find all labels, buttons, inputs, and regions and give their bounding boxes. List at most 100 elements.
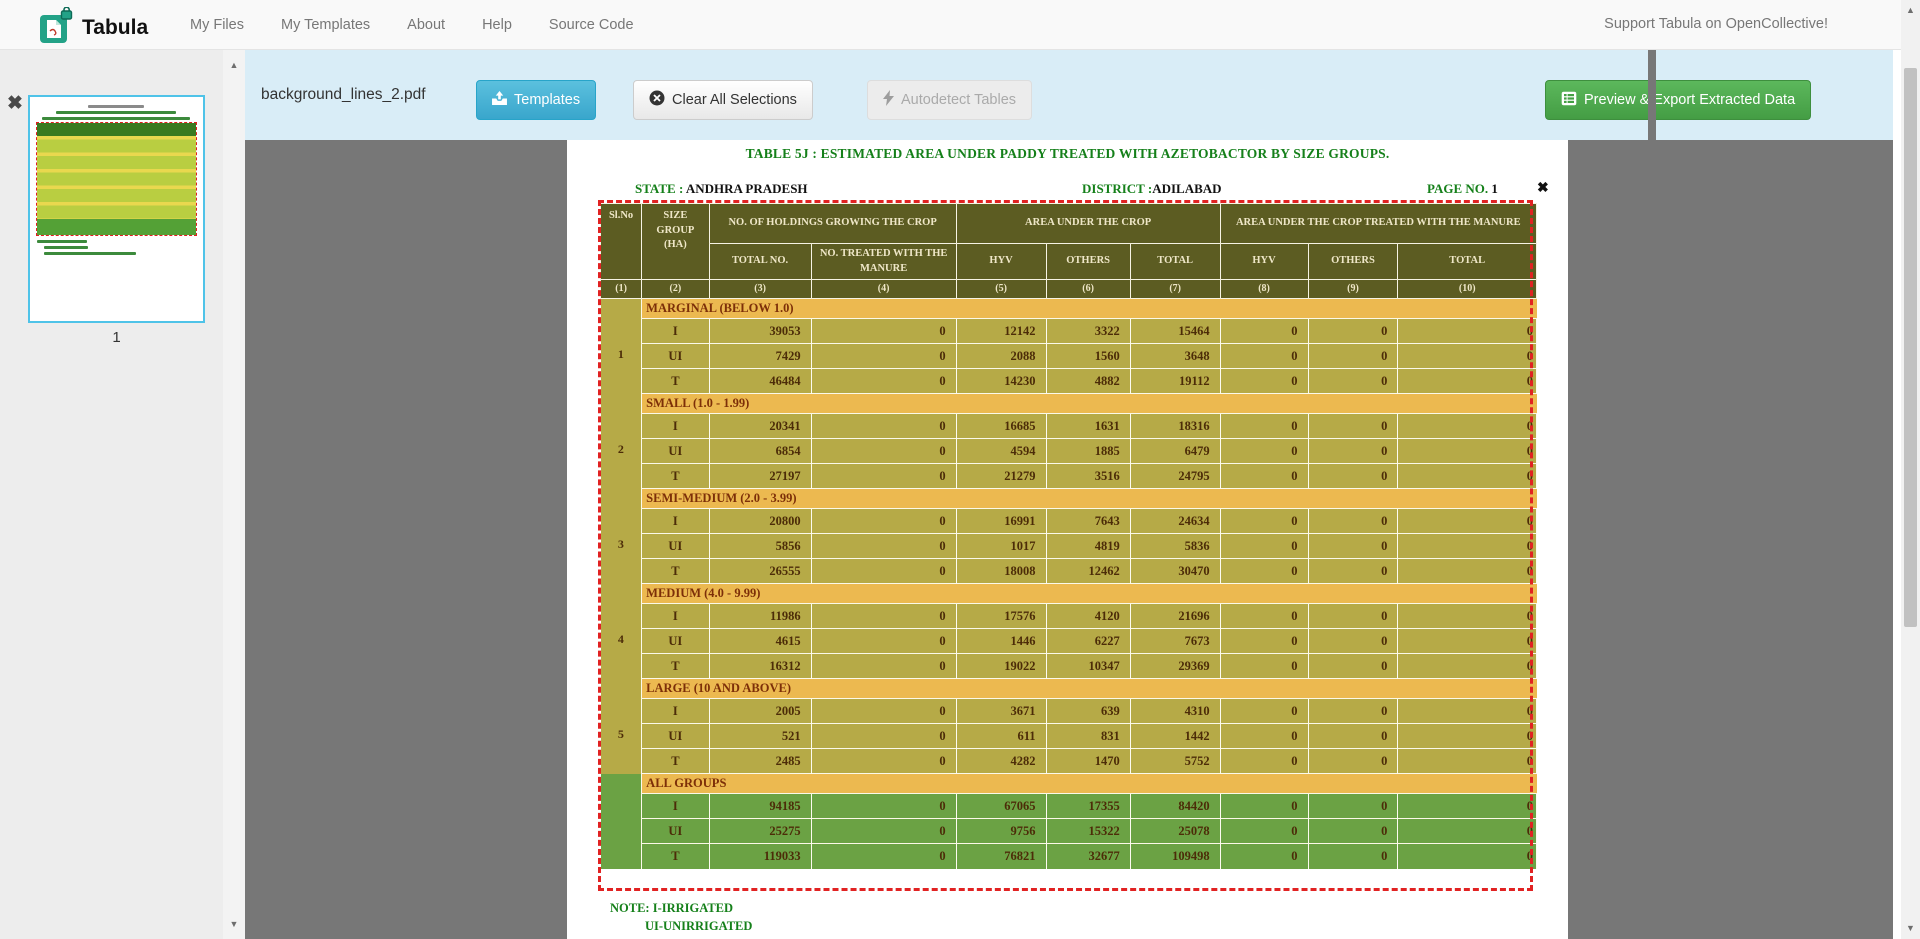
brand-link[interactable]: Tabula	[40, 7, 148, 49]
table-cell: 12462	[1046, 559, 1130, 584]
table-cell: 16312	[709, 654, 811, 679]
table-cell: 0	[1308, 344, 1398, 369]
section-label: SEMI-MEDIUM (2.0 - 3.99)	[642, 489, 1537, 509]
support-link[interactable]: Support Tabula on OpenCollective!	[1604, 16, 1828, 32]
table-cell: 3516	[1046, 464, 1130, 489]
table-cell: 0	[1308, 464, 1398, 489]
table-cell: 0	[1308, 439, 1398, 464]
table-cell: 20341	[709, 414, 811, 439]
table-cell: 0	[1220, 699, 1308, 724]
table-cell: 30470	[1130, 559, 1220, 584]
page-number-field: PAGE NO. 1	[1427, 181, 1498, 197]
table-cell: 0	[1308, 559, 1398, 584]
table-cell: 1442	[1130, 724, 1220, 749]
document-note: NOTE: I-IRRIGATED	[610, 901, 733, 916]
sidebar-scrollbar[interactable]: ▲ ▼	[223, 50, 245, 939]
templates-button[interactable]: Templates	[476, 80, 596, 120]
table-cell: 0	[1220, 534, 1308, 559]
table-row: I11986017576412021696000	[601, 604, 1537, 629]
scroll-up-icon[interactable]: ▲	[223, 60, 245, 70]
table-cell: 15322	[1046, 819, 1130, 844]
nav-link-my-templates[interactable]: My Templates	[281, 17, 370, 33]
window-scrollbar[interactable]: ▲ ▼	[1901, 0, 1920, 939]
table-cell: 0	[1308, 699, 1398, 724]
scroll-down-icon[interactable]: ▼	[223, 919, 245, 929]
table-cell: 0	[1220, 844, 1308, 869]
table-cell: 0	[1308, 819, 1398, 844]
table-cell: 18008	[956, 559, 1046, 584]
slno-cell: 4	[601, 584, 642, 679]
scroll-up-icon[interactable]: ▲	[1901, 5, 1920, 15]
table-cell: 0	[1308, 369, 1398, 394]
nav-link-my-files[interactable]: My Files	[190, 17, 244, 33]
table-cell: 24634	[1130, 509, 1220, 534]
table-cell: 0	[1220, 819, 1308, 844]
header-cell: OTHERS	[1308, 244, 1398, 280]
table-cell: 0	[1398, 509, 1537, 534]
table-cell: 1560	[1046, 344, 1130, 369]
table-cell: 10347	[1046, 654, 1130, 679]
table-row: T265550180081246230470000	[601, 559, 1537, 584]
row-type-cell: I	[642, 794, 709, 819]
state-label: STATE :	[635, 181, 683, 196]
table-cell: 5836	[1130, 534, 1220, 559]
header-cell: TOTAL NO.	[709, 244, 811, 280]
table-cell: 46484	[709, 369, 811, 394]
autodetect-tables-button[interactable]: Autodetect Tables	[867, 80, 1032, 120]
table-cell: 0	[1398, 844, 1537, 869]
table-cell: 2005	[709, 699, 811, 724]
table-cell: 4882	[1046, 369, 1130, 394]
table-cell: 16991	[956, 509, 1046, 534]
table-cell: 5752	[1130, 749, 1220, 774]
header-cell: AREA UNDER THE CROP	[956, 204, 1220, 244]
nav-link-source-code[interactable]: Source Code	[549, 17, 634, 33]
table-cell: 0	[1220, 369, 1308, 394]
table-cell: 0	[1220, 654, 1308, 679]
remove-selection-button[interactable]: ✖	[1537, 179, 1549, 196]
table-cell: 0	[1398, 724, 1537, 749]
thumb-note-line	[44, 252, 136, 255]
table-cell: 15464	[1130, 319, 1220, 344]
table-row: T163120190221034729369000	[601, 654, 1537, 679]
row-type-cell: T	[642, 749, 709, 774]
export-button[interactable]: Preview & Export Extracted Data	[1545, 80, 1811, 120]
page-thumbnail[interactable]	[28, 95, 205, 323]
colnum-cell: (10)	[1398, 280, 1537, 299]
table-cell: 1470	[1046, 749, 1130, 774]
remove-circle-icon	[649, 90, 665, 110]
header-cell: AREA UNDER THE CROP TREATED WITH THE MAN…	[1220, 204, 1536, 244]
remove-page-button[interactable]: ✖	[7, 94, 23, 113]
nav-link-help[interactable]: Help	[482, 17, 512, 33]
row-type-cell: UI	[642, 439, 709, 464]
main-area: background_lines_2.pdf Templates Clear A…	[245, 50, 1893, 939]
table-cell: 0	[1220, 414, 1308, 439]
table-cell: 0	[811, 534, 956, 559]
table-cell: 0	[811, 699, 956, 724]
colnum-cell: (4)	[811, 280, 956, 299]
colnum-cell: (9)	[1308, 280, 1398, 299]
colnum-cell: (8)	[1220, 280, 1308, 299]
table-row: T27197021279351624795000	[601, 464, 1537, 489]
table-cell: 0	[1220, 319, 1308, 344]
table-cell: 4310	[1130, 699, 1220, 724]
table-cell: 0	[1308, 534, 1398, 559]
pdf-page[interactable]: TABLE 5J : ESTIMATED AREA UNDER PADDY TR…	[567, 140, 1568, 939]
table-row: UI25275097561532225078000	[601, 819, 1537, 844]
table-cell: 3671	[956, 699, 1046, 724]
table-cell: 0	[1398, 654, 1537, 679]
row-type-cell: UI	[642, 724, 709, 749]
upload-icon	[492, 91, 507, 109]
scrollbar-thumb[interactable]	[1904, 68, 1917, 627]
table-cell: 0	[1308, 654, 1398, 679]
table-cell: 39053	[709, 319, 811, 344]
table-cell: 0	[1398, 464, 1537, 489]
scroll-down-icon[interactable]: ▼	[1901, 923, 1920, 933]
thumb-subtitle-line	[56, 111, 176, 114]
clear-selections-button[interactable]: Clear All Selections	[633, 80, 813, 120]
thumb-note-line	[37, 240, 87, 243]
section-label: MARGINAL (BELOW 1.0)	[642, 299, 1537, 319]
table-cell: 0	[1398, 699, 1537, 724]
table-cell: 6854	[709, 439, 811, 464]
row-type-cell: UI	[642, 534, 709, 559]
nav-link-about[interactable]: About	[407, 17, 445, 33]
